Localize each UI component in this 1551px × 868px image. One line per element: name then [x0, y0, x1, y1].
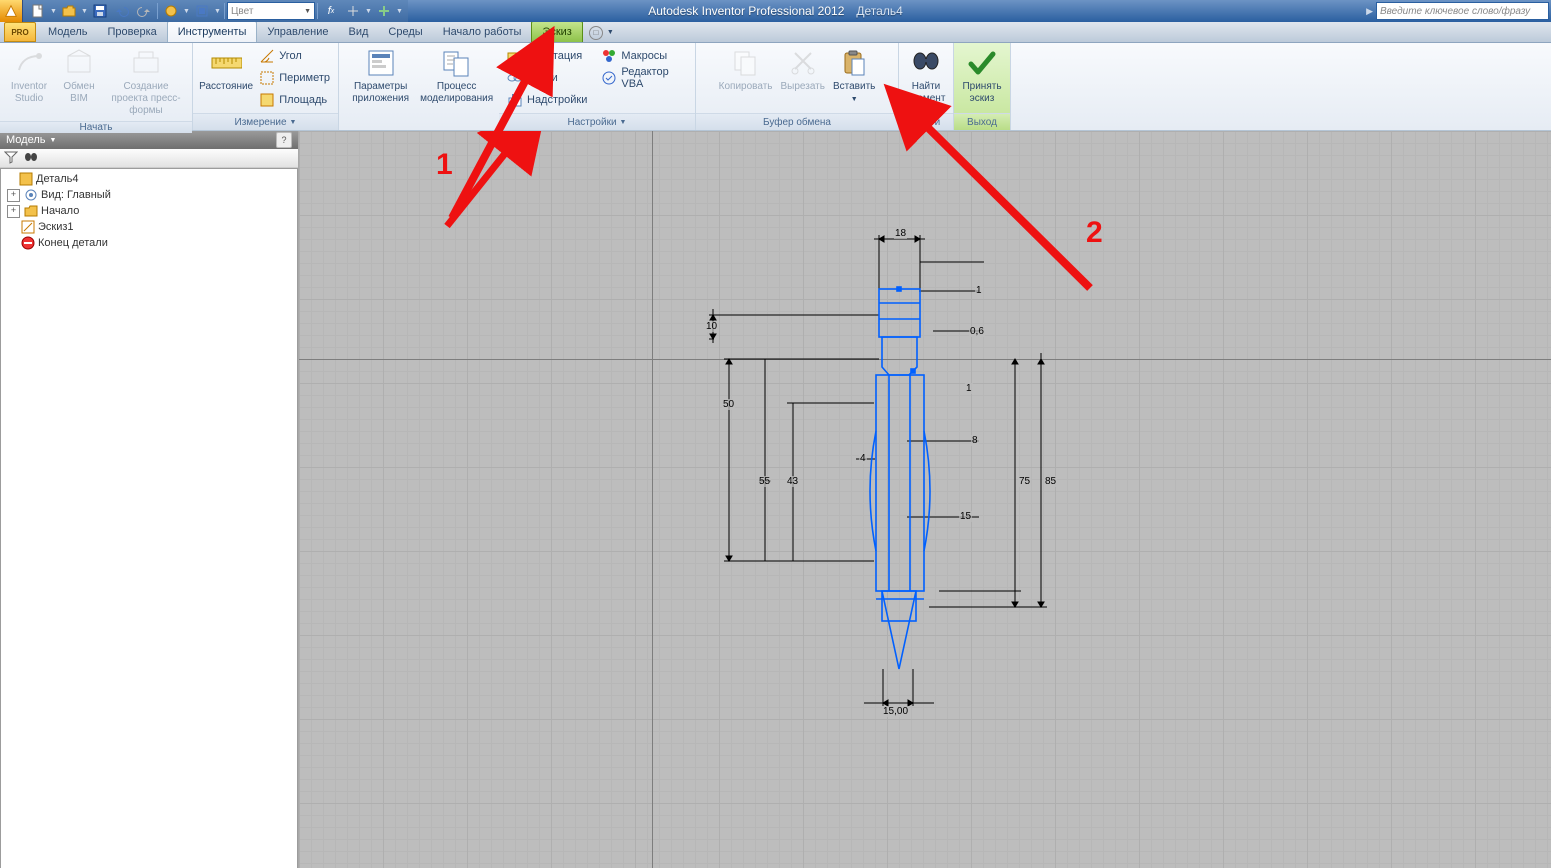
tab-extra[interactable]: □▼: [583, 23, 620, 42]
end-of-part-icon: [20, 236, 36, 250]
angle-button[interactable]: Угол: [255, 45, 334, 67]
dim-43[interactable]: 43: [786, 476, 799, 487]
dim-1a[interactable]: 1: [975, 285, 983, 296]
tab-getstarted[interactable]: Начало работы: [433, 22, 532, 42]
qat-tool-3-dd[interactable]: ▼: [364, 8, 373, 15]
model-process-button[interactable]: Процесс моделирования: [418, 45, 495, 107]
view-icon: [23, 188, 39, 202]
callout-1: 1: [436, 148, 453, 182]
dim-10[interactable]: 10: [705, 321, 718, 332]
qat-tool-4[interactable]: [374, 2, 394, 20]
browser-header[interactable]: Модель▼ ?: [0, 131, 298, 149]
expand-icon[interactable]: +: [7, 189, 20, 202]
paste-button[interactable]: Вставить▼: [829, 45, 879, 108]
panel-clipboard-label: Буфер обмена: [696, 113, 898, 130]
part-icon: [18, 172, 34, 186]
addins-button[interactable]: Надстройки: [503, 89, 591, 111]
help-icon: □: [589, 26, 603, 40]
copy-button[interactable]: Копировать: [715, 45, 777, 95]
expand-icon[interactable]: +: [7, 205, 20, 218]
bim-exchange-button[interactable]: Обмен BIM: [54, 45, 104, 107]
filter-icon[interactable]: [4, 150, 18, 167]
panel-measure-label[interactable]: Измерение▼: [193, 113, 338, 130]
panel-start-label: Начать: [0, 121, 192, 133]
dim-50[interactable]: 50: [722, 399, 735, 410]
vba-editor-button[interactable]: Редактор VBA: [597, 67, 691, 89]
dim-1b[interactable]: 1: [965, 383, 973, 394]
find-element-button[interactable]: Найти элемент: [901, 45, 951, 107]
search-input[interactable]: Введите ключевое слово/фразу: [1376, 2, 1549, 20]
open-file-button[interactable]: [59, 2, 79, 20]
model-tree[interactable]: Деталь4 + Вид: Главный + Начало Эскиз1 К…: [0, 168, 298, 868]
area-button[interactable]: Площадь: [255, 89, 334, 111]
ribbon: Inventor Studio Обмен BIM Создание проек…: [0, 43, 1551, 131]
tree-node-end[interactable]: Конец детали: [1, 235, 297, 251]
binoculars-icon[interactable]: [24, 151, 38, 166]
links-button[interactable]: Связи: [503, 67, 591, 89]
inventor-studio-button[interactable]: Inventor Studio: [4, 45, 54, 107]
cut-button[interactable]: Вырезать: [776, 45, 828, 95]
adaptation-button[interactable]: Адаптация: [503, 45, 591, 67]
tab-sketch[interactable]: Эскиз: [531, 21, 582, 42]
macros-button[interactable]: Макросы: [597, 45, 691, 67]
tab-view[interactable]: Вид: [339, 22, 379, 42]
tab-env[interactable]: Среды: [378, 22, 432, 42]
panel-exit-label: Выход: [954, 113, 1010, 130]
browser-toolbar: [0, 149, 298, 168]
model-browser: Модель▼ ? Деталь4 + Вид: Главный + Начал…: [0, 131, 299, 868]
tab-check[interactable]: Проверка: [97, 22, 166, 42]
qat-tool-1-dd[interactable]: ▼: [182, 8, 191, 15]
quick-access-toolbar: ▼ ▼ ▼ ▼ Цвет▼ fx ▼ ▼: [23, 0, 408, 22]
redo-button[interactable]: [134, 2, 154, 20]
folder-icon: [23, 204, 39, 218]
tab-pro[interactable]: PRO: [4, 22, 36, 42]
sketch-canvas[interactable]: 18 1 0,6 1 8 4 15 75 85 10 50 55 43 15,0…: [299, 131, 1551, 868]
tree-node-origin[interactable]: + Начало: [1, 203, 297, 219]
qat-tool-1[interactable]: [161, 2, 181, 20]
qat-tool-2-dd[interactable]: ▼: [213, 8, 222, 15]
accept-sketch-button[interactable]: Принять эскиз: [957, 45, 1007, 107]
panel-find-label: Найти: [899, 113, 953, 130]
save-button[interactable]: [90, 2, 110, 20]
fx-button[interactable]: fx: [321, 2, 341, 20]
color-combo[interactable]: Цвет▼: [227, 2, 315, 20]
tab-model[interactable]: Модель: [38, 22, 97, 42]
dim-15[interactable]: 15: [959, 511, 972, 522]
workspace: Модель▼ ? Деталь4 + Вид: Главный + Начал…: [0, 131, 1551, 868]
qat-customize-dd[interactable]: ▼: [395, 8, 404, 15]
dim-75[interactable]: 75: [1018, 476, 1031, 487]
window-title: Autodesk Inventor Professional 2012Детал…: [648, 4, 903, 18]
qat-tool-2[interactable]: [192, 2, 212, 20]
undo-button[interactable]: [112, 2, 132, 20]
dim-06[interactable]: 0,6: [969, 326, 985, 337]
distance-button[interactable]: Расстояние: [197, 45, 255, 95]
new-file-button[interactable]: [28, 2, 48, 20]
ribbon-tabs: PRO Модель Проверка Инструменты Управлен…: [0, 22, 1551, 43]
qat-tool-3[interactable]: [343, 2, 363, 20]
sketch-icon: [20, 220, 36, 234]
dim-85[interactable]: 85: [1044, 476, 1057, 487]
dim-8[interactable]: 8: [971, 435, 979, 446]
dim-55[interactable]: 55: [758, 476, 771, 487]
panel-settings-label[interactable]: Настройки▼: [499, 113, 695, 130]
app-params-button[interactable]: Параметры приложения: [343, 45, 418, 107]
title-bar: ▼ ▼ ▼ ▼ Цвет▼ fx ▼ ▼ Autodesk Inventor P…: [0, 0, 1551, 22]
tree-node-part[interactable]: Деталь4: [1, 171, 297, 187]
tab-tools[interactable]: Инструменты: [167, 21, 258, 42]
browser-help-icon[interactable]: ?: [276, 132, 292, 148]
tree-node-sketch1[interactable]: Эскиз1: [1, 219, 297, 235]
open-file-dropdown[interactable]: ▼: [80, 8, 89, 15]
dim-4[interactable]: 4: [859, 453, 867, 464]
new-file-dropdown[interactable]: ▼: [49, 8, 58, 15]
perimeter-button[interactable]: Периметр: [255, 67, 334, 89]
tab-manage[interactable]: Управление: [257, 22, 338, 42]
callout-2: 2: [1086, 216, 1103, 250]
dim-1500[interactable]: 15,00: [882, 706, 909, 717]
dim-18[interactable]: 18: [894, 228, 907, 239]
app-menu-button[interactable]: [0, 0, 23, 22]
search-caret-left[interactable]: ▶: [1366, 6, 1373, 17]
mold-project-button[interactable]: Создание проекта пресс-формы: [104, 45, 188, 119]
tree-node-view[interactable]: + Вид: Главный: [1, 187, 297, 203]
